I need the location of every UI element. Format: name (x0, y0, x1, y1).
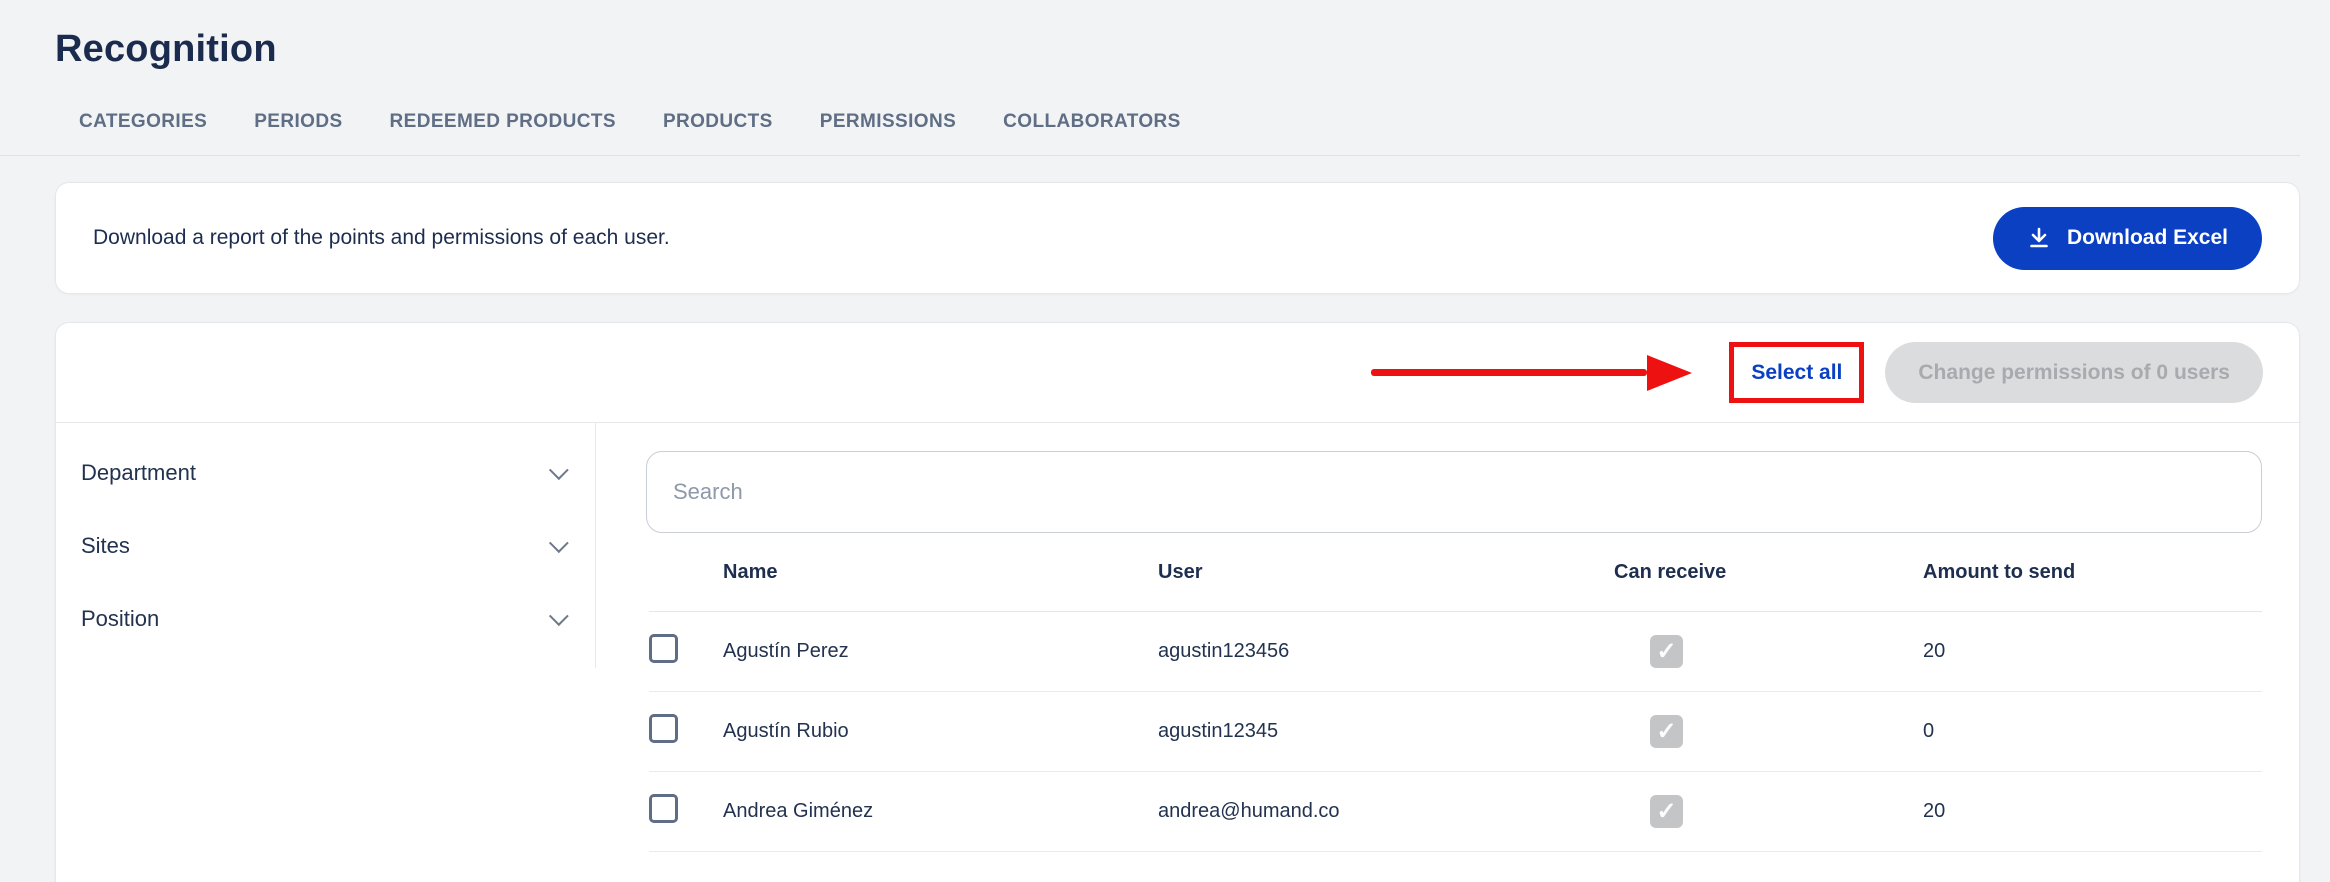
select-all-button[interactable]: Select all (1734, 347, 1859, 398)
tab-bar: CATEGORIES PERIODS REDEEMED PRODUCTS PRO… (0, 71, 2300, 156)
column-user: User (1158, 561, 1614, 584)
filter-position[interactable]: Position (81, 582, 571, 655)
amount-to-send-value: 20 (1923, 800, 2262, 823)
can-receive-checkbox-checked (1650, 715, 1683, 748)
permissions-card: Select all Change permissions of 0 users… (55, 322, 2300, 882)
content-area: Department Sites Position Name (56, 423, 2299, 852)
user-name: Andrea Giménez (723, 800, 1158, 823)
table-row: Agustín Rubio agustin12345 0 (649, 692, 2262, 772)
users-panel: Name User Can receive Amount to send Agu… (596, 423, 2299, 852)
download-icon (2027, 226, 2051, 250)
amount-to-send-value: 0 (1923, 720, 2262, 743)
page-title: Recognition (55, 28, 2300, 71)
user-username: agustin12345 (1158, 720, 1614, 743)
filter-department[interactable]: Department (81, 436, 571, 509)
change-permissions-button[interactable]: Change permissions of 0 users (1885, 342, 2263, 403)
tab-products[interactable]: PRODUCTS (663, 111, 773, 133)
user-name: Agustín Perez (723, 640, 1158, 663)
tab-redeemed-products[interactable]: REDEEMED PRODUCTS (390, 111, 616, 133)
tab-collaborators[interactable]: COLLABORATORS (1003, 111, 1181, 133)
chevron-down-icon (549, 533, 569, 553)
filters-sidebar: Department Sites Position (56, 423, 596, 668)
red-arrow-head (1647, 355, 1692, 391)
filter-position-label: Position (81, 606, 159, 632)
user-name: Agustín Rubio (723, 720, 1158, 743)
users-table: Name User Can receive Amount to send Agu… (646, 533, 2262, 852)
filter-sites-label: Sites (81, 533, 130, 559)
report-description: Download a report of the points and perm… (93, 226, 670, 250)
row-checkbox[interactable] (649, 714, 678, 743)
can-receive-checkbox-checked (1650, 635, 1683, 668)
table-header: Name User Can receive Amount to send (649, 533, 2262, 612)
search-input[interactable] (646, 451, 2262, 533)
chevron-down-icon (549, 460, 569, 480)
user-username: agustin123456 (1158, 640, 1614, 663)
amount-to-send-value: 20 (1923, 640, 2262, 663)
filter-sites[interactable]: Sites (81, 509, 571, 582)
chevron-down-icon (549, 606, 569, 626)
row-checkbox[interactable] (649, 634, 678, 663)
download-excel-button[interactable]: Download Excel (1993, 207, 2262, 270)
table-row: Andrea Giménez andrea@humand.co 20 (649, 772, 2262, 852)
tab-categories[interactable]: CATEGORIES (79, 111, 207, 133)
tab-permissions[interactable]: PERMISSIONS (820, 111, 956, 133)
user-username: andrea@humand.co (1158, 800, 1614, 823)
filter-department-label: Department (81, 460, 196, 486)
red-box-annotation: Select all (1729, 342, 1864, 403)
column-can-receive: Can receive (1614, 561, 1923, 584)
red-arrow-annotation (1371, 355, 1692, 391)
can-receive-checkbox-checked (1650, 795, 1683, 828)
table-row: Agustín Perez agustin123456 20 (649, 612, 2262, 692)
report-card: Download a report of the points and perm… (55, 182, 2300, 294)
download-excel-label: Download Excel (2067, 226, 2228, 250)
red-arrow-shaft (1371, 369, 1647, 376)
tab-periods[interactable]: PERIODS (254, 111, 342, 133)
toolbar: Select all Change permissions of 0 users (56, 323, 2299, 423)
column-name: Name (723, 561, 1158, 584)
row-checkbox[interactable] (649, 794, 678, 823)
recognition-page: Recognition CATEGORIES PERIODS REDEEMED … (0, 28, 2330, 882)
column-amount-to-send: Amount to send (1923, 561, 2262, 584)
